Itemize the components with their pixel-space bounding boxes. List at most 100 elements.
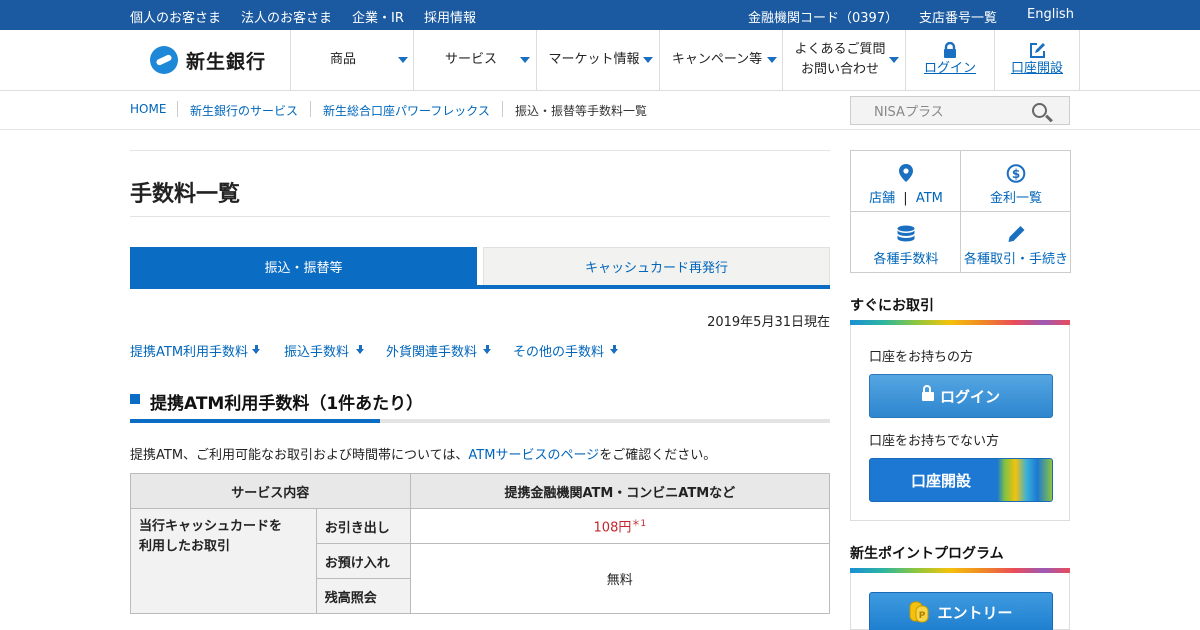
breadcrumb-divider bbox=[502, 101, 503, 117]
coin-icon: P bbox=[909, 601, 929, 623]
nav-services[interactable]: サービス bbox=[414, 30, 536, 90]
chevron-down-icon bbox=[398, 57, 408, 63]
arrow-down-icon bbox=[356, 345, 365, 355]
atm-service-link[interactable]: ATMサービスのページ bbox=[468, 448, 599, 463]
search-input[interactable]: NISAプラス bbox=[874, 101, 944, 120]
row-head-line1: 当行キャッシュカードを bbox=[139, 519, 283, 534]
quick-link-store-atm[interactable]: 店舗 | ATM bbox=[851, 151, 961, 212]
quick-link-store-atm-label: 店舗 | ATM bbox=[851, 187, 961, 206]
anchor-fx-fees[interactable]: 外貨関連手数料 bbox=[386, 341, 477, 360]
lock-icon bbox=[921, 385, 934, 402]
branch-list-link[interactable]: 支店番号一覧 bbox=[919, 7, 997, 26]
tab-card-reissue[interactable]: キャッシュカード再発行 bbox=[483, 247, 830, 285]
nav-login-label: ログイン bbox=[923, 60, 976, 76]
anchor-atm-fees[interactable]: 提携ATM利用手数料 bbox=[130, 341, 248, 360]
arrow-down-icon bbox=[610, 345, 619, 355]
link-corporate[interactable]: 法人のお客さま bbox=[241, 7, 332, 26]
row-head-line2: 利用したお取引 bbox=[139, 539, 231, 554]
nav-login[interactable]: ログイン bbox=[906, 30, 994, 90]
login-button[interactable]: ログイン bbox=[869, 374, 1053, 418]
lock-icon bbox=[944, 41, 956, 58]
anchor-other-fees[interactable]: その他の手数料 bbox=[513, 341, 604, 360]
atm-fee-table: サービス内容 提携金融機関ATM・コンビニATMなど 当行キャッシュカードを 利… bbox=[130, 473, 831, 614]
coin-stack-icon bbox=[897, 225, 915, 242]
quick-link-rates[interactable]: $ 金利一覧 bbox=[961, 151, 1071, 212]
tab-transfer[interactable]: 振込・振替等 bbox=[130, 247, 477, 285]
top-utility-bar: 個人のお客さま 法人のお客さま 企業・IR 採用情報 金融機関コード（0397）… bbox=[0, 0, 1200, 30]
nav-faq-line2: お問い合わせ bbox=[800, 62, 879, 77]
no-account-text: 口座をお持ちでない方 bbox=[869, 434, 1000, 449]
divider bbox=[130, 150, 830, 151]
nav-open-account-label: 口座開設 bbox=[1010, 60, 1063, 76]
table-cell-withdraw-fee: 108円＊1 bbox=[409, 508, 831, 544]
arrow-down-icon bbox=[483, 345, 492, 355]
login-button-label: ログイン bbox=[939, 387, 1000, 406]
nav-open-account[interactable]: 口座開設 bbox=[995, 30, 1079, 90]
page-title: 手数料一覧 bbox=[130, 182, 241, 207]
link-careers[interactable]: 採用情報 bbox=[424, 7, 476, 26]
dollar-coin-icon: $ bbox=[1006, 164, 1026, 183]
table-subhead-deposit: お預け入れ bbox=[315, 543, 411, 579]
store-label[interactable]: 店舗 bbox=[869, 191, 895, 206]
table-header-service: サービス内容 bbox=[130, 473, 411, 509]
breadcrumb-services[interactable]: 新生銀行のサービス bbox=[190, 102, 298, 119]
entry-button[interactable]: P エントリー bbox=[869, 592, 1053, 630]
table-row: 当行キャッシュカードを 利用したお取引 お引き出し 108円＊1 bbox=[130, 508, 831, 614]
divider bbox=[130, 216, 830, 217]
atm-label[interactable]: ATM bbox=[916, 191, 943, 206]
arrow-down-icon bbox=[252, 345, 261, 355]
entry-button-label: エントリー bbox=[937, 603, 1013, 622]
bank-code-link[interactable]: 金融機関コード（0397） bbox=[748, 7, 898, 26]
search-box[interactable]: NISAプラス bbox=[850, 96, 1070, 125]
chevron-down-icon bbox=[767, 57, 777, 63]
nav-market[interactable]: マーケット情報 bbox=[537, 30, 659, 90]
quick-link-rates-label: 金利一覧 bbox=[989, 191, 1042, 206]
quick-link-procedures-label: 各種取引・手続き bbox=[963, 252, 1068, 267]
breadcrumb-powerflex[interactable]: 新生総合口座パワーフレックス bbox=[323, 102, 490, 119]
quick-link-procedures[interactable]: 各種取引・手続き bbox=[961, 212, 1071, 273]
table-cell-free: 無料 bbox=[409, 543, 831, 614]
nav-divider bbox=[1079, 30, 1080, 90]
quick-link-fees[interactable]: 各種手数料 bbox=[851, 212, 961, 273]
breadcrumb: HOME 新生銀行のサービス 新生総合口座パワーフレックス 振込・振替等手数料一… bbox=[0, 91, 1200, 130]
map-pin-icon bbox=[899, 164, 913, 182]
search-icon[interactable] bbox=[1032, 103, 1047, 118]
chevron-down-icon bbox=[520, 57, 530, 63]
points-heading: 新生ポイントプログラム bbox=[850, 546, 1004, 562]
breadcrumb-home[interactable]: HOME bbox=[130, 102, 166, 116]
anchor-transfer-fees[interactable]: 振込手数料 bbox=[284, 341, 349, 360]
instant-heading: すぐにお取引 bbox=[850, 298, 934, 314]
breadcrumb-current: 振込・振替等手数料一覧 bbox=[515, 104, 648, 118]
section-marker bbox=[130, 394, 140, 404]
nav-campaign[interactable]: キャンペーン等 bbox=[660, 30, 782, 90]
nav-services-label: サービス bbox=[444, 52, 497, 67]
nav-products-label: 商品 bbox=[329, 52, 356, 67]
withdraw-fee-value: 108円 bbox=[593, 520, 632, 536]
table-header-partner-atm: 提携金融機関ATM・コンビニATMなど bbox=[409, 473, 831, 509]
english-link[interactable]: English bbox=[1027, 7, 1074, 22]
footnote-ref[interactable]: ＊1 bbox=[631, 519, 646, 529]
table-header-row: サービス内容 提携金融機関ATM・コンビニATMなど bbox=[130, 473, 831, 509]
tab-underline bbox=[130, 285, 830, 289]
nav-faq-line1: よくあるご質問 bbox=[794, 42, 886, 57]
section-underline-accent bbox=[130, 419, 380, 423]
nav-market-label: マーケット情報 bbox=[548, 52, 640, 67]
open-account-button[interactable]: 口座開設 bbox=[869, 458, 1053, 502]
link-ir[interactable]: 企業・IR bbox=[352, 7, 404, 26]
chevron-down-icon bbox=[643, 57, 653, 63]
logo[interactable]: 新生銀行 bbox=[150, 44, 266, 76]
pencil-icon bbox=[1008, 226, 1025, 242]
table-row-head: 当行キャッシュカードを 利用したお取引 bbox=[130, 508, 317, 614]
quick-links-panel: 店舗 | ATM $ 金利一覧 各種手数料 各種取引・手続き bbox=[850, 150, 1071, 273]
breadcrumb-divider bbox=[177, 101, 178, 117]
quick-link-fees-label: 各種手数料 bbox=[873, 252, 939, 267]
logo-text: 新生銀行 bbox=[186, 50, 267, 73]
intro-text: 提携ATM、ご利用可能なお取引および時間帯については、ATMサービスのページをご… bbox=[130, 444, 716, 463]
svg-text:$: $ bbox=[1012, 167, 1020, 181]
nav-campaign-label: キャンペーン等 bbox=[671, 52, 763, 67]
nav-faq[interactable]: よくあるご質問 お問い合わせ bbox=[783, 30, 905, 90]
intro-text-after: をご確認ください。 bbox=[599, 448, 717, 463]
nav-products[interactable]: 商品 bbox=[291, 30, 413, 90]
intro-text-before: 提携ATM、ご利用可能なお取引および時間帯については、 bbox=[130, 448, 469, 463]
link-personal[interactable]: 個人のお客さま bbox=[130, 7, 221, 26]
